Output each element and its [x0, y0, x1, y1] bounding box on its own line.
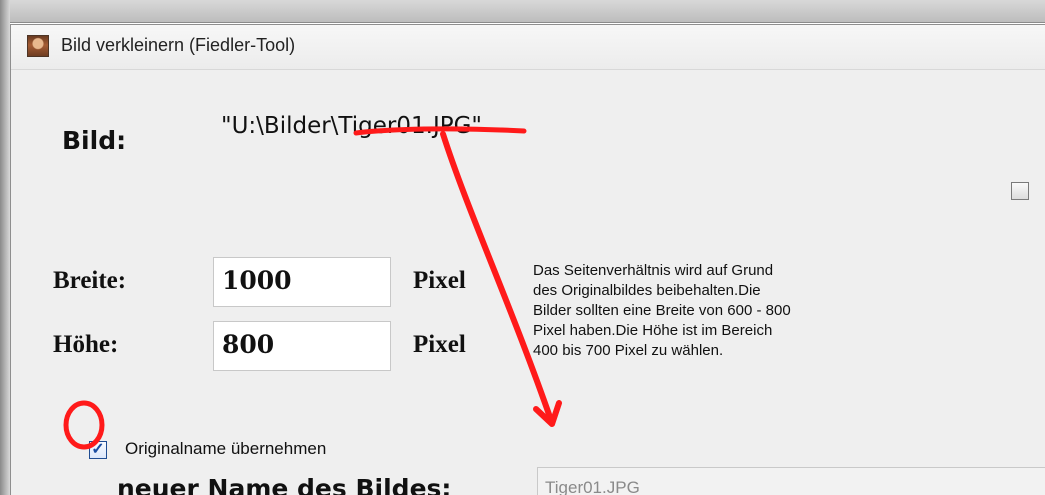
new-name-input[interactable]: Tiger01.JPG [537, 467, 1045, 495]
info-line: Das Seitenverhältnis wird auf Grund [533, 262, 774, 279]
info-line: 400 bis 700 Pixel zu wählen. [533, 342, 724, 359]
portrait-photo-icon [27, 35, 49, 57]
width-unit-label: Pixel [413, 267, 466, 294]
width-label: Breite: [53, 267, 127, 294]
keep-original-name-label[interactable]: Originalname übernehmen [125, 439, 326, 459]
height-input[interactable]: 800 [213, 321, 391, 371]
window-shadow [0, 0, 10, 495]
info-line: des Originalbildes beibehalten.Die [533, 282, 761, 299]
desktop-top-strip [0, 0, 1045, 23]
aspect-ratio-checkbox[interactable] [1011, 182, 1029, 200]
info-line: Bilder sollten eine Breite von 600 - 800 [533, 302, 791, 319]
title-bar[interactable]: Bild verkleinern (Fiedler-Tool) [11, 25, 1045, 70]
height-unit-label: Pixel [413, 331, 466, 358]
aspect-ratio-info: Das Seitenverhältnis wird auf Grund des … [533, 261, 928, 361]
image-path: "U:\Bilder\Tiger01.JPG" [221, 113, 482, 139]
new-name-label: neuer Name des Bildes: [117, 474, 452, 495]
info-line: Pixel haben.Die Höhe ist im Bereich [533, 322, 773, 339]
keep-original-name-checkbox[interactable]: ✓ [89, 441, 107, 459]
image-label: Bild: [62, 126, 127, 155]
resize-image-window: Bild verkleinern (Fiedler-Tool) Bild: "U… [10, 24, 1045, 495]
width-input[interactable]: 1000 [213, 257, 391, 307]
screenshot-canvas: Bild verkleinern (Fiedler-Tool) Bild: "U… [0, 0, 1045, 495]
window-title: Bild verkleinern (Fiedler-Tool) [61, 35, 296, 55]
height-label: Höhe: [53, 331, 119, 358]
